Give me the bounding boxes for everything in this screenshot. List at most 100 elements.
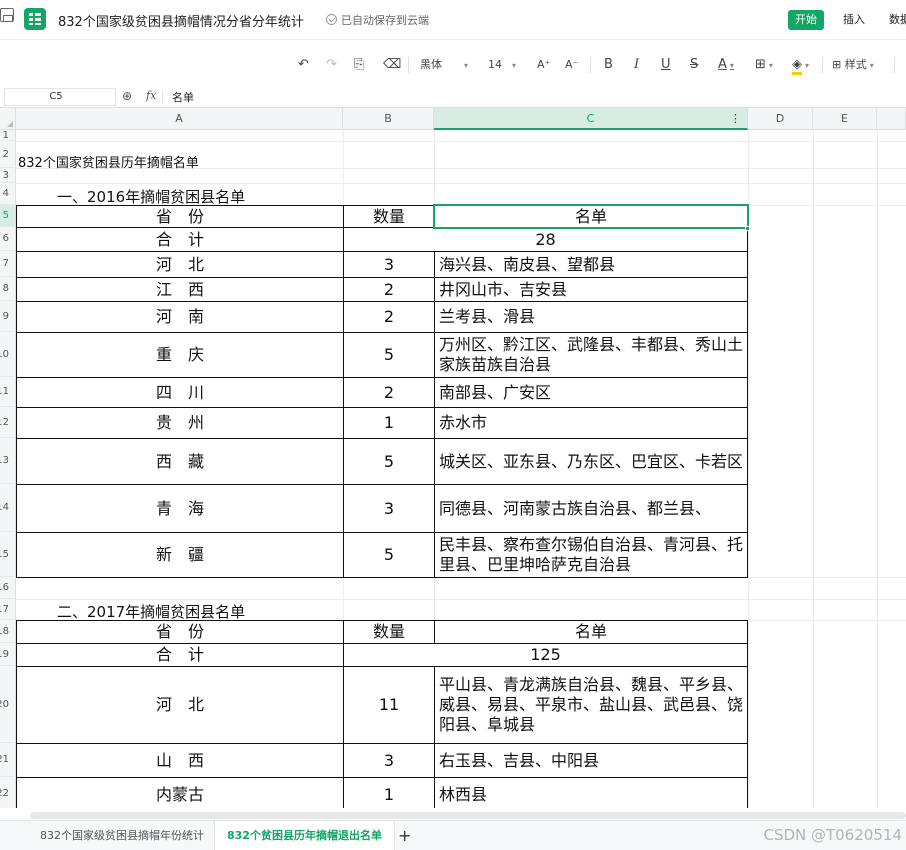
row-header[interactable]: 4 [0,183,16,205]
header-count-cell[interactable]: 数量 [343,620,435,644]
list-cell[interactable]: 平山县、青龙满族自治县、魏县、平乡县、威县、易县、平泉市、盐山县、武邑县、饶阳县… [434,666,748,744]
list-cell[interactable]: 民丰县、察布查尔锡伯自治县、青河县、托里县、巴里坤哈萨克自治县 [434,532,748,578]
row-header[interactable]: 15 [0,532,16,577]
spreadsheet-grid[interactable]: A B C⋮ D E 1 2 3 4 5 6 7 8 9 10 11 12 13… [0,108,906,808]
count-cell[interactable]: 2 [343,277,435,302]
document-title[interactable]: 832个国家级贫困县摘帽情况分省分年统计 [58,11,304,30]
row-header[interactable]: 1 [0,130,16,141]
province-cell[interactable]: 四 川 [16,377,344,408]
sheet-tab-year-stats[interactable]: 832个国家级贫困县摘帽年份统计 [28,821,216,850]
font-size-select[interactable]: 14 ▾ [488,56,516,74]
province-cell[interactable]: 新 疆 [16,532,344,578]
row-header[interactable]: 17 [0,599,16,620]
total-label-cell[interactable]: 合 计 [16,227,344,252]
count-cell[interactable]: 3 [343,251,435,278]
column-header-f[interactable] [877,108,906,130]
row-header[interactable]: 10 [0,332,16,377]
list-cell[interactable]: 井冈山市、吉安县 [434,277,748,302]
count-cell[interactable]: 3 [343,743,435,778]
bold-button[interactable]: B [604,56,613,74]
province-cell[interactable]: 河 北 [16,251,344,278]
row-header[interactable]: 11 [0,377,16,407]
header-list-cell[interactable]: 名单 [434,620,748,644]
list-cell[interactable]: 城关区、亚东县、乃东区、巴宜区、卡若区 [434,438,748,485]
formula-input[interactable]: 名单 [172,89,194,105]
more-icon[interactable]: ⋮ [730,108,741,130]
column-header-a[interactable]: A [16,108,343,130]
fx-icon[interactable]: fx [146,89,156,102]
border-button[interactable]: ⊞ ▾ [755,56,773,74]
row-header[interactable]: 3 [0,168,16,183]
row-header[interactable]: 5 [0,205,16,227]
format-painter-icon[interactable]: ⎘ [354,56,364,74]
header-count-cell[interactable]: 数量 [343,205,435,228]
menu-tab-insert[interactable]: 插入 [836,10,872,30]
list-cell[interactable]: 海兴县、南皮县、望都县 [434,251,748,278]
total-label-cell[interactable]: 合 计 [16,643,344,667]
row-header[interactable]: 7 [0,251,16,277]
fill-handle[interactable] [745,226,750,231]
count-cell[interactable]: 11 [343,666,435,744]
eraser-icon[interactable]: ⌫ [383,56,401,74]
name-box[interactable]: C5 [4,88,116,106]
increase-font-button[interactable]: A⁺ [537,56,550,74]
italic-button[interactable]: I [634,56,639,74]
count-cell[interactable]: 2 [343,301,435,333]
save-icon[interactable] [0,8,14,22]
province-cell[interactable]: 河 南 [16,301,344,333]
list-cell[interactable]: 林西县 [434,777,748,808]
count-cell[interactable]: 5 [343,532,435,578]
row-header[interactable]: 8 [0,277,16,301]
count-cell[interactable]: 5 [343,332,435,378]
count-cell[interactable]: 1 [343,407,435,439]
list-cell[interactable]: 右玉县、吉县、中阳县 [434,743,748,778]
redo-icon[interactable]: ↷ [326,56,337,74]
row-header[interactable]: 12 [0,407,16,438]
province-cell[interactable]: 江 西 [16,277,344,302]
header-province-cell[interactable]: 省 份 [16,205,344,228]
row-header[interactable]: 19 [0,643,16,666]
row-header[interactable]: 13 [0,438,16,484]
count-cell[interactable]: 2 [343,377,435,408]
count-cell[interactable]: 1 [343,777,435,808]
font-family-select[interactable]: 黑体 ▾ [420,56,468,74]
column-header-e[interactable]: E [813,108,877,130]
row-header[interactable]: 16 [0,577,16,599]
horizontal-scrollbar[interactable] [30,812,906,819]
count-cell[interactable]: 5 [343,438,435,485]
sheet-tab-exit-list[interactable]: 832个贫困县历年摘帽退出名单 [214,821,395,850]
column-header-d[interactable]: D [748,108,813,130]
row-header[interactable]: 21 [0,743,16,777]
font-color-button[interactable]: A ▾ [718,56,734,74]
add-sheet-icon[interactable]: + [398,826,411,845]
count-cell[interactable]: 3 [343,484,435,533]
fill-color-button[interactable]: ◈ ▾ [792,56,809,75]
row-header[interactable]: 14 [0,484,16,532]
province-cell[interactable]: 贵 州 [16,407,344,439]
province-cell[interactable]: 青 海 [16,484,344,533]
total-value-cell[interactable]: 28 [343,227,748,252]
menu-tab-data[interactable]: 数据 [882,10,906,30]
strikethrough-button[interactable]: S [690,56,698,74]
column-header-b[interactable]: B [343,108,434,130]
row-header[interactable]: 22 [0,777,16,808]
zoom-search-icon[interactable]: ⊕ [122,89,132,103]
header-province-cell[interactable]: 省 份 [16,620,344,644]
list-cell[interactable]: 赤水市 [434,407,748,439]
decrease-font-button[interactable]: A⁻ [565,56,578,74]
menu-tab-start[interactable]: 开始 [788,10,824,30]
column-header-c[interactable]: C ⋮ [434,108,748,130]
province-cell[interactable]: 重 庆 [16,332,344,378]
select-all-corner[interactable] [0,108,16,130]
row-header[interactable]: 9 [0,301,16,332]
row-header[interactable]: 18 [0,620,16,643]
province-cell[interactable]: 河 北 [16,666,344,744]
province-cell[interactable]: 山 西 [16,743,344,778]
list-cell[interactable]: 南部县、广安区 [434,377,748,408]
style-button[interactable]: ⊞ 样式 ▾ [832,56,874,74]
total-value-cell[interactable]: 125 [343,643,748,667]
list-cell[interactable]: 同德县、河南蒙古族自治县、都兰县、 [434,484,748,533]
list-cell[interactable]: 兰考县、滑县 [434,301,748,333]
province-cell[interactable]: 内蒙古 [16,777,344,808]
undo-icon[interactable]: ↶ [298,56,309,74]
